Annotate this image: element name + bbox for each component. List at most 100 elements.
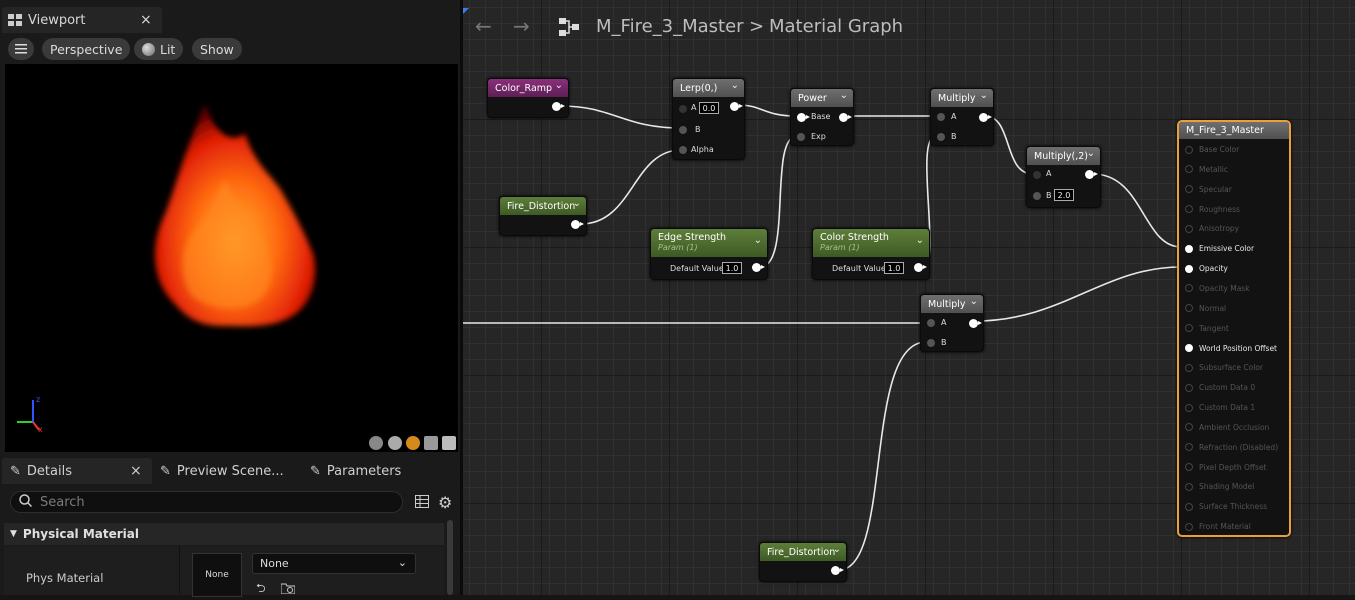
color-strength-value[interactable]: 1.0 xyxy=(884,262,904,274)
material-input-row[interactable]: Normal xyxy=(1185,304,1226,313)
chevron-down-icon[interactable]: ⌄ xyxy=(980,90,988,101)
settings-gear-icon[interactable]: ⚙ xyxy=(438,493,452,512)
material-input-row[interactable]: Ambient Occlusion xyxy=(1185,423,1269,432)
material-input-row[interactable]: Emissive Color xyxy=(1185,244,1254,253)
output-pin[interactable] xyxy=(571,220,584,229)
details-tab-title[interactable]: ✎ Details xyxy=(10,458,72,484)
material-input-row[interactable]: Roughness xyxy=(1185,205,1240,214)
back-arrow-icon[interactable]: ← xyxy=(475,14,492,38)
parameters-tab[interactable]: ✎ Parameters xyxy=(310,458,401,484)
details-search-input[interactable]: Search xyxy=(10,491,403,513)
input-pin[interactable] xyxy=(1185,403,1193,412)
input-pin[interactable] xyxy=(1185,244,1193,253)
material-input-row[interactable]: Subsurface Color xyxy=(1185,363,1263,372)
graph-hierarchy-icon[interactable] xyxy=(558,17,580,41)
input-pin-b[interactable] xyxy=(937,133,945,141)
breadcrumb-asset[interactable]: M_Fire_3_Master xyxy=(596,16,744,37)
breadcrumb-graph[interactable]: Material Graph xyxy=(769,16,903,37)
material-input-row[interactable]: Metallic xyxy=(1185,165,1228,174)
lerp-a-value[interactable]: 0.0 xyxy=(699,102,719,114)
material-input-row[interactable]: Opacity xyxy=(1185,264,1228,273)
edge-strength-param-node[interactable]: Edge Strength Param (1) ⌄ Default Value 1.… xyxy=(650,228,768,280)
material-input-row[interactable]: Specular xyxy=(1185,185,1232,194)
multiply-node-1[interactable]: Multiply ⌄ A B xyxy=(930,88,994,146)
output-pin[interactable] xyxy=(1085,170,1098,179)
output-pin[interactable] xyxy=(831,566,844,575)
output-pin[interactable] xyxy=(552,102,565,111)
input-pin-a[interactable] xyxy=(937,113,945,121)
output-pin[interactable] xyxy=(839,113,852,122)
input-pin-base[interactable] xyxy=(797,113,810,122)
use-selected-icon[interactable]: ⮌ xyxy=(256,579,266,600)
input-pin[interactable] xyxy=(1185,205,1193,214)
multiply-node-3[interactable]: Multiply ⌄ A B xyxy=(920,294,984,352)
input-pin-a[interactable] xyxy=(679,105,687,113)
asset-thumbnail[interactable]: None xyxy=(192,553,242,597)
input-pin[interactable] xyxy=(1185,363,1193,372)
color-strength-param-node[interactable]: Color Strength Param (1) ⌄ Default Value 1… xyxy=(812,228,930,280)
material-input-row[interactable]: Refraction (Disabled) xyxy=(1185,443,1278,452)
color-ramp-node[interactable]: Color_Ramp ⌄ xyxy=(487,78,569,118)
output-pin[interactable] xyxy=(979,113,992,122)
output-pin[interactable] xyxy=(914,263,927,272)
viewport-close-button[interactable]: × xyxy=(140,7,152,33)
input-pin[interactable] xyxy=(1185,522,1193,531)
power-node[interactable]: Power ⌄ Base Exp xyxy=(790,88,854,146)
input-pin[interactable] xyxy=(1185,443,1193,452)
input-pin-b[interactable] xyxy=(679,126,687,134)
fire-distortion-node-1[interactable]: Fire_Distortion ⌄ xyxy=(499,196,587,236)
chevron-down-icon[interactable]: ⌄ xyxy=(840,90,848,101)
input-pin[interactable] xyxy=(1185,165,1193,174)
material-input-row[interactable]: Surface Thickness xyxy=(1185,502,1267,511)
chevron-down-icon[interactable]: ⌄ xyxy=(731,80,739,91)
chevron-down-icon[interactable]: ⌄ xyxy=(555,80,563,91)
input-pin[interactable] xyxy=(1185,482,1193,491)
fire-distortion-node-2[interactable]: Fire_Distortion ⌄ xyxy=(759,542,847,582)
physical-material-category[interactable]: ▼ Physical Material xyxy=(4,523,444,545)
preview-scene-tab[interactable]: ✎ Preview Scene... xyxy=(160,458,284,484)
chevron-down-icon[interactable]: ⌄ xyxy=(833,544,841,555)
details-scrollbar[interactable] xyxy=(447,520,453,595)
input-pin[interactable] xyxy=(1185,423,1193,432)
input-pin[interactable] xyxy=(1185,324,1193,333)
input-pin[interactable] xyxy=(1185,264,1193,273)
viewport-tab-title[interactable]: Viewport xyxy=(8,7,86,33)
material-input-row[interactable]: Shading Model xyxy=(1185,482,1254,491)
material-input-row[interactable]: World Position Offset xyxy=(1185,344,1277,353)
material-dropdown[interactable]: None ⌄ xyxy=(252,553,416,574)
show-button[interactable]: Show xyxy=(192,38,242,60)
chevron-down-icon[interactable]: ⌄ xyxy=(754,235,762,246)
material-input-row[interactable]: Base Color xyxy=(1185,145,1239,154)
output-pin[interactable] xyxy=(752,263,765,272)
material-input-row[interactable]: Opacity Mask xyxy=(1185,284,1250,293)
lit-button[interactable]: Lit xyxy=(134,38,184,60)
input-pin[interactable] xyxy=(1185,463,1193,472)
input-pin[interactable] xyxy=(1185,224,1193,233)
material-input-row[interactable]: Anisotropy xyxy=(1185,224,1239,233)
chevron-down-icon[interactable]: ⌄ xyxy=(573,198,581,209)
lerp-node[interactable]: Lerp(0,) ⌄ A 0.0 B Alpha xyxy=(672,78,745,160)
input-pin[interactable] xyxy=(1185,383,1193,392)
chevron-down-icon[interactable]: ⌄ xyxy=(1087,148,1095,159)
input-pin-a[interactable] xyxy=(1033,171,1041,179)
chevron-down-icon[interactable]: ⌄ xyxy=(916,235,924,246)
output-pin[interactable] xyxy=(730,102,743,111)
multiply-node-2[interactable]: Multiply(,2) ⌄ A B 2.0 xyxy=(1026,146,1101,208)
material-graph-canvas[interactable]: Color_Ramp ⌄ Lerp(0,) ⌄ A 0.0 B Alpha Powe… xyxy=(463,0,1355,595)
input-pin[interactable] xyxy=(1185,145,1193,154)
viewport-menu-button[interactable] xyxy=(8,38,34,60)
material-input-row[interactable]: Custom Data 1 xyxy=(1185,403,1255,412)
details-close-button[interactable]: × xyxy=(130,458,142,484)
perspective-button[interactable]: Perspective xyxy=(42,38,131,60)
browse-folder-icon[interactable] xyxy=(280,579,296,598)
forward-arrow-icon[interactable]: → xyxy=(513,14,530,38)
material-input-row[interactable]: Tangent xyxy=(1185,324,1229,333)
input-pin-alpha[interactable] xyxy=(679,146,687,154)
input-pin[interactable] xyxy=(1185,284,1193,293)
input-pin[interactable] xyxy=(1185,304,1193,313)
input-pin-exp[interactable] xyxy=(797,133,805,141)
material-result-node[interactable]: M_Fire_3_Master Base Color Metallic Specul… xyxy=(1177,120,1291,537)
input-pin[interactable] xyxy=(1185,185,1193,194)
material-input-row[interactable]: Custom Data 0 xyxy=(1185,383,1255,392)
input-pin-b[interactable] xyxy=(927,339,935,347)
